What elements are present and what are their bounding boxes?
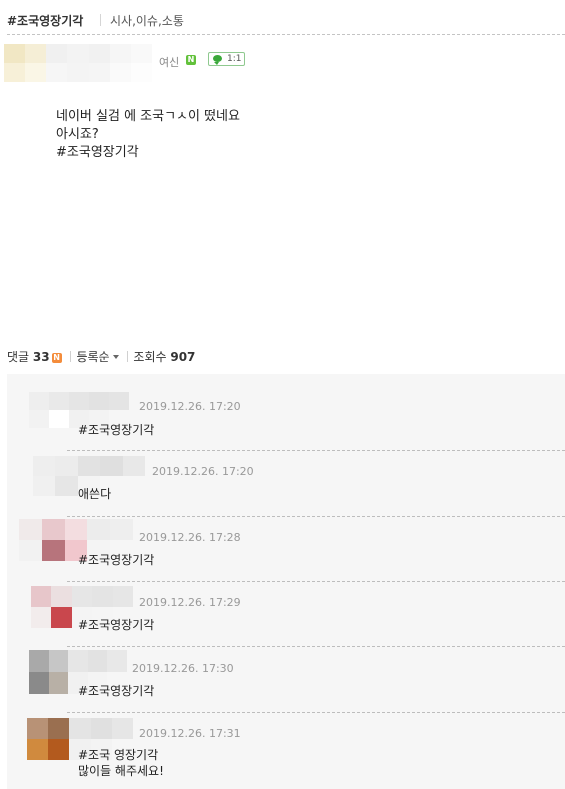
sort-label: 등록순 [76,350,110,364]
page-title: #조국영장기각 [7,14,84,28]
comment-line: 많이들 해주세요! [78,764,164,778]
one-on-one-chat-button[interactable]: 1:1 [208,52,245,66]
views-label: 조회수 [133,350,167,364]
post-line: 네이버 실검 에 조국ㄱㅅ이 떴네요 [56,109,240,124]
divider [127,351,129,362]
author-avatar-blurred[interactable] [4,44,152,82]
sort-order-dropdown[interactable]: 등록순 [76,350,119,364]
comment-date: 2019.12.26. 17:20 [152,465,254,478]
comment-text: #조국영장기각 [78,423,155,437]
comment-date: 2019.12.26. 17:20 [139,400,241,413]
post-line: 아시죠? [56,127,99,142]
comment-divider [67,712,565,713]
comment-divider [67,581,565,582]
comment-divider [67,450,565,451]
comment-text: #조국 영장기각 많이들 해주세요! [78,747,164,779]
title-separator [100,14,101,26]
comment-date: 2019.12.26. 17:29 [139,596,241,609]
category-link[interactable]: 시사,이슈,소통 [110,12,184,29]
header-divider [7,34,565,35]
author-new-badge: N [186,55,196,65]
post-line: #조국영장기각 [56,145,139,160]
comment-text: 애쓴다 [78,487,112,501]
comment-summary-bar: 댓글 33 N 등록순 조회수 907 [7,348,195,365]
comment-list: 2019.12.26. 17:20 #조국영장기각 2019.12.26. 17… [7,374,565,789]
chat-button-label: 1:1 [227,54,242,64]
comment-text: #조국영장기각 [78,684,155,698]
comment-count: 33 [32,350,50,364]
chat-bubble-icon [213,55,222,65]
comment-date: 2019.12.26. 17:31 [139,727,241,740]
comment-text: #조국영장기각 [78,553,155,567]
divider [70,351,72,362]
comment-text: #조국영장기각 [78,618,155,632]
comment-line: #조국 영장기각 [78,748,159,762]
comment-date: 2019.12.26. 17:28 [139,531,241,544]
new-comment-badge: N [51,353,62,363]
comment-divider [67,516,565,517]
comment-date: 2019.12.26. 17:30 [132,662,234,675]
comment-divider [67,646,565,647]
comment-label: 댓글 [7,350,30,364]
author-name[interactable]: 여신 [159,54,179,70]
post-body: 네이버 실검 에 조국ㄱㅅ이 떴네요 아시죠? #조국영장기각 [56,108,240,162]
chevron-down-icon [112,355,119,359]
views-count: 907 [170,350,196,364]
